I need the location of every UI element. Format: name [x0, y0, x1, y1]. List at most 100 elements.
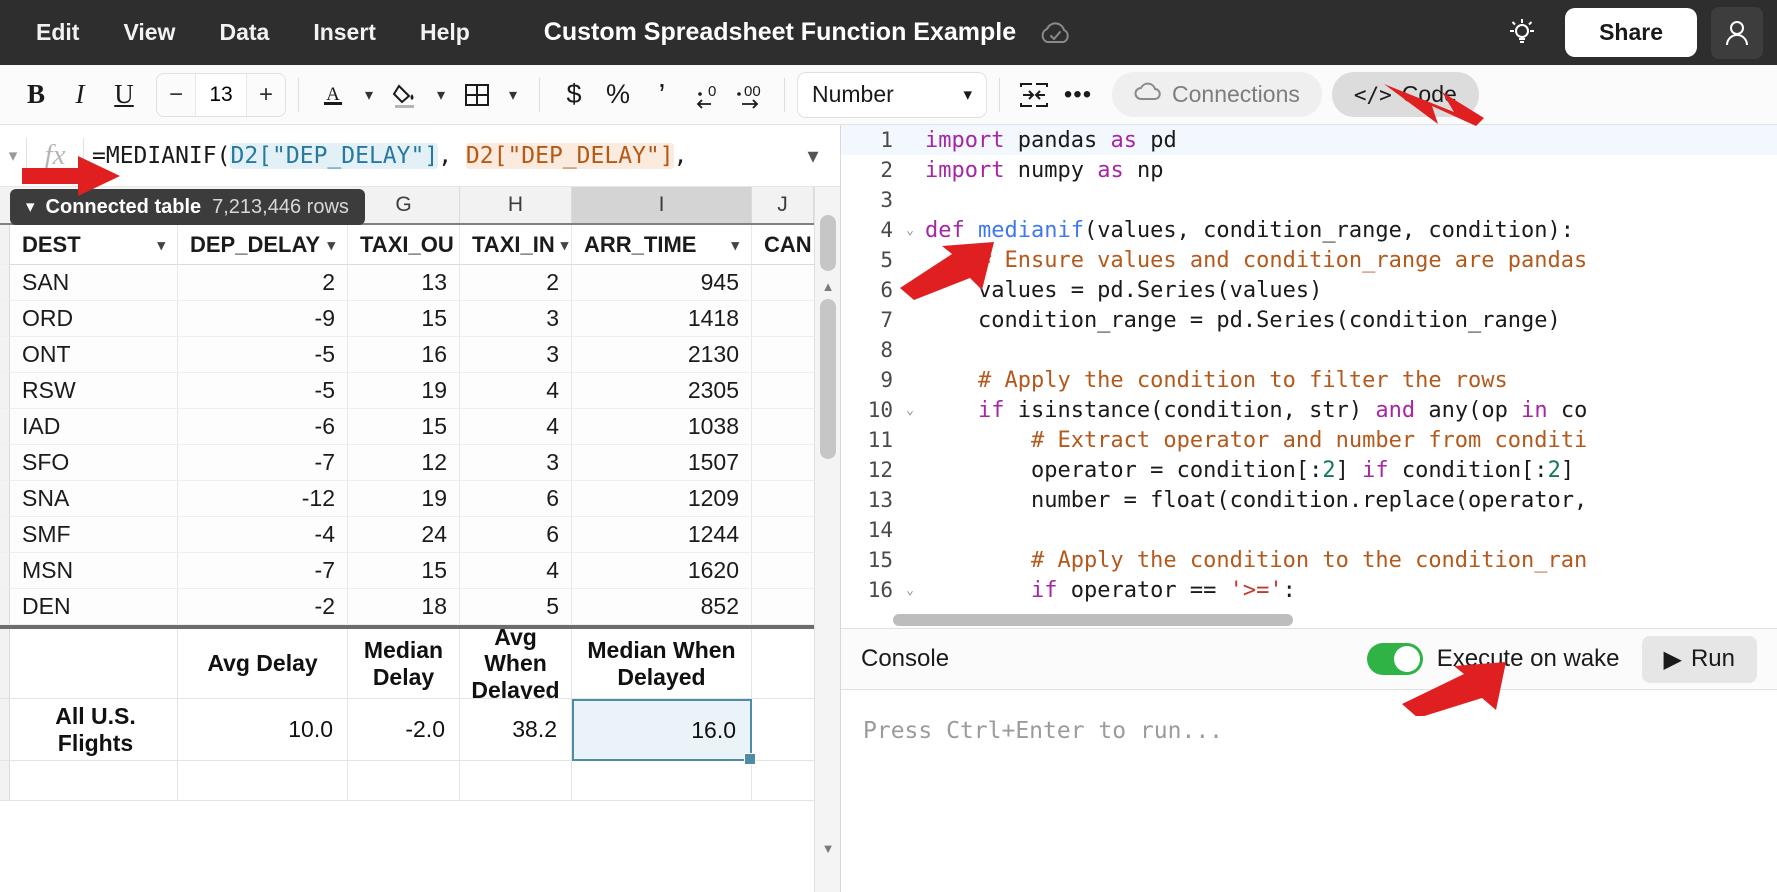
code-line[interactable]: 16⌄ if operator == '>=':	[841, 575, 1777, 605]
cell-dep-delay[interactable]: -7	[178, 553, 348, 589]
code-line[interactable]: 14	[841, 515, 1777, 545]
code-line[interactable]: 11 # Extract operator and number from co…	[841, 425, 1777, 455]
column-header-I[interactable]: I	[572, 187, 752, 223]
menu-item-view[interactable]: View	[101, 13, 197, 52]
col-header-taxi-in-chevron-down-icon[interactable]: ▾	[561, 236, 569, 254]
code-line[interactable]: 6 values = pd.Series(values)	[841, 275, 1777, 305]
table-row[interactable]: DEN-2185852	[0, 589, 840, 625]
cell-taxi-in[interactable]: 4	[460, 373, 572, 409]
cell-arr-time[interactable]: 2130	[572, 337, 752, 373]
code-editor[interactable]: 1import pandas as pd2import numpy as np3…	[841, 125, 1777, 628]
col-header-arr-time[interactable]: ARR_TIME ▾	[572, 225, 752, 265]
cell-taxi-in[interactable]: 2	[460, 265, 572, 301]
cell-taxi-out[interactable]: 18	[348, 589, 460, 625]
currency-format-button[interactable]: $	[552, 73, 596, 117]
lightbulb-icon[interactable]	[1505, 16, 1539, 50]
empty-cell-6[interactable]	[752, 761, 822, 801]
connections-button[interactable]: Connections	[1112, 72, 1322, 117]
column-header-H[interactable]: H	[460, 187, 572, 223]
table-row[interactable]: SFO-71231507	[0, 445, 840, 481]
summary-header-overflow[interactable]	[752, 629, 822, 699]
col-header-taxi-out[interactable]: TAXI_OU ▾	[348, 225, 460, 265]
code-fold-chevron-down-icon[interactable]: ⌄	[901, 403, 919, 418]
code-line[interactable]: 15 # Apply the condition to the conditio…	[841, 545, 1777, 575]
cell-arr-time[interactable]: 1209	[572, 481, 752, 517]
scroll-down-arrow-icon[interactable]: ▼	[815, 837, 840, 859]
code-line[interactable]: 4⌄def medianif(values, condition_range, …	[841, 215, 1777, 245]
table-row[interactable]: SNA-121961209	[0, 481, 840, 517]
cell-can[interactable]	[752, 373, 822, 409]
empty-cell-3[interactable]	[348, 761, 460, 801]
cell-dep-delay[interactable]: -6	[178, 409, 348, 445]
cell-arr-time[interactable]: 1038	[572, 409, 752, 445]
cell-dep-delay[interactable]: -9	[178, 301, 348, 337]
menu-item-insert[interactable]: Insert	[291, 13, 398, 52]
bold-button[interactable]: B	[14, 73, 58, 117]
table-row[interactable]: SAN2132945	[0, 265, 840, 301]
summary-header-blank[interactable]	[10, 629, 178, 699]
summary-value-overflow[interactable]	[752, 699, 822, 761]
font-size-increase-button[interactable]: +	[247, 73, 285, 117]
cell-taxi-out[interactable]: 15	[348, 409, 460, 445]
share-button[interactable]: Share	[1565, 8, 1697, 57]
fx-icon[interactable]: fx	[27, 139, 83, 172]
cell-arr-time[interactable]: 2305	[572, 373, 752, 409]
cell-dest[interactable]: MSN	[10, 553, 178, 589]
cell-can[interactable]	[752, 265, 822, 301]
cell-taxi-out[interactable]: 19	[348, 481, 460, 517]
table-row[interactable]: ONT-51632130	[0, 337, 840, 373]
cell-dest[interactable]: DEN	[10, 589, 178, 625]
empty-cell-1[interactable]	[10, 761, 178, 801]
code-line[interactable]: 9 # Apply the condition to filter the ro…	[841, 365, 1777, 395]
scrollbar-thumb-top[interactable]	[820, 215, 836, 271]
menu-item-help[interactable]: Help	[398, 13, 492, 52]
col-header-taxi-in[interactable]: TAXI_IN ▾	[460, 225, 572, 265]
run-button[interactable]: ▶ Run	[1642, 636, 1758, 683]
code-line[interactable]: 8	[841, 335, 1777, 365]
cell-arr-time[interactable]: 1244	[572, 517, 752, 553]
cell-taxi-out[interactable]: 16	[348, 337, 460, 373]
more-options-button[interactable]: •••	[1056, 73, 1100, 117]
code-fold-chevron-down-icon[interactable]: ⌄	[901, 223, 919, 238]
cell-taxi-out[interactable]: 24	[348, 517, 460, 553]
table-row[interactable]: IAD-61541038	[0, 409, 840, 445]
underline-button[interactable]: U	[102, 73, 146, 117]
cell-dep-delay[interactable]: -5	[178, 337, 348, 373]
menu-item-data[interactable]: Data	[197, 13, 291, 52]
table-row[interactable]: SMF-42461244	[0, 517, 840, 553]
code-button[interactable]: </> Code	[1332, 72, 1479, 117]
cell-taxi-out[interactable]: 19	[348, 373, 460, 409]
cell-taxi-out[interactable]: 12	[348, 445, 460, 481]
col-header-arr-time-chevron-down-icon[interactable]: ▾	[731, 236, 739, 254]
decimal-increase-button[interactable]: 00	[728, 73, 772, 117]
empty-cell-4[interactable]	[460, 761, 572, 801]
cell-taxi-out[interactable]: 13	[348, 265, 460, 301]
cell-taxi-in[interactable]: 3	[460, 301, 572, 337]
console-output[interactable]: Press Ctrl+Enter to run...	[841, 690, 1777, 890]
summary-header-avg-delay[interactable]: Avg Delay	[178, 629, 348, 699]
cell-arr-time[interactable]: 945	[572, 265, 752, 301]
user-avatar-icon[interactable]	[1711, 7, 1763, 59]
code-line[interactable]: 5 # Ensure values and condition_range ar…	[841, 245, 1777, 275]
cell-dest[interactable]: IAD	[10, 409, 178, 445]
cell-dep-delay[interactable]: -2	[178, 589, 348, 625]
cell-dep-delay[interactable]: 2	[178, 265, 348, 301]
code-horizontal-scrollbar[interactable]	[893, 614, 1553, 626]
comma-format-button[interactable]: ’	[640, 73, 684, 117]
summary-header-avg-when-delayed[interactable]: Avg When Delayed	[460, 629, 572, 699]
scrollbar-thumb[interactable]	[820, 299, 836, 459]
cell-dep-delay[interactable]: -7	[178, 445, 348, 481]
wrap-text-icon[interactable]	[1012, 73, 1056, 117]
cell-can[interactable]	[752, 445, 822, 481]
cell-taxi-out[interactable]: 15	[348, 301, 460, 337]
code-line[interactable]: 13 number = float(condition.replace(oper…	[841, 485, 1777, 515]
percent-format-button[interactable]: %	[596, 73, 640, 117]
cell-taxi-in[interactable]: 3	[460, 337, 572, 373]
name-box-collapse-icon[interactable]: ▾	[0, 146, 26, 166]
summary-header-median-delay[interactable]: Median Delay	[348, 629, 460, 699]
empty-cell-5[interactable]	[572, 761, 752, 801]
decimal-decrease-button[interactable]: 0	[684, 73, 728, 117]
cell-dest[interactable]: SAN	[10, 265, 178, 301]
cell-taxi-in[interactable]: 6	[460, 481, 572, 517]
scroll-up-arrow-icon[interactable]: ▲	[815, 275, 840, 297]
